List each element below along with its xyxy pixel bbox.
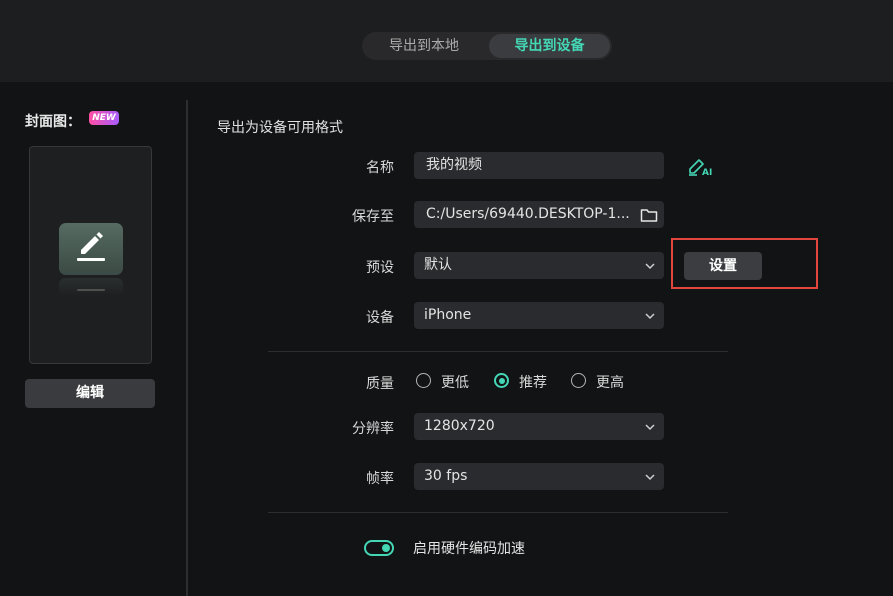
preset-value: 默认 bbox=[424, 257, 452, 273]
save-path-value: C:/Users/69440.DESKTOP-1... bbox=[426, 206, 630, 222]
quality-label: 质量 bbox=[366, 376, 394, 392]
ai-pen-icon[interactable]: AI bbox=[687, 155, 713, 178]
chevron-down-icon bbox=[645, 263, 655, 270]
resolution-select[interactable]: 1280x720 bbox=[414, 413, 664, 440]
radio-circle-selected bbox=[494, 373, 509, 388]
hw-accel-toggle[interactable] bbox=[364, 540, 394, 556]
chevron-down-icon bbox=[645, 424, 655, 431]
framerate-select[interactable]: 30 fps bbox=[414, 463, 664, 490]
cover-icon-reflection bbox=[59, 278, 123, 296]
pencil-edit-icon bbox=[59, 223, 123, 275]
tab-export-device[interactable]: 导出到设备 bbox=[489, 34, 610, 58]
resolution-value: 1280x720 bbox=[424, 418, 495, 434]
hw-accel-label: 启用硬件编码加速 bbox=[413, 541, 525, 557]
framerate-value: 30 fps bbox=[424, 468, 468, 484]
section-divider bbox=[268, 512, 728, 513]
folder-icon[interactable] bbox=[640, 206, 658, 222]
new-badge: NEW bbox=[89, 111, 119, 125]
quality-option-label: 推荐 bbox=[519, 375, 547, 391]
quality-option-label: 更低 bbox=[441, 375, 469, 391]
cover-label: 封面图： bbox=[25, 114, 81, 130]
preset-select[interactable]: 默认 bbox=[414, 252, 664, 279]
export-tabs: 导出到本地 导出到设备 bbox=[362, 32, 612, 60]
device-label: 设备 bbox=[366, 310, 394, 326]
save-path-input[interactable]: C:/Users/69440.DESKTOP-1... bbox=[414, 201, 664, 228]
section-title: 导出为设备可用格式 bbox=[217, 120, 343, 136]
tab-export-local[interactable]: 导出到本地 bbox=[364, 34, 484, 58]
chevron-down-icon bbox=[645, 474, 655, 481]
device-value: iPhone bbox=[424, 307, 472, 323]
name-input[interactable]: 我的视频 bbox=[414, 152, 664, 179]
edit-cover-button[interactable]: 编辑 bbox=[25, 379, 155, 408]
resolution-label: 分辨率 bbox=[352, 421, 394, 437]
framerate-label: 帧率 bbox=[366, 471, 394, 487]
svg-text:AI: AI bbox=[702, 168, 712, 177]
preset-label: 预设 bbox=[366, 260, 394, 276]
highlight-annotation bbox=[671, 238, 818, 289]
radio-circle bbox=[416, 373, 431, 388]
chevron-down-icon bbox=[645, 313, 655, 320]
radio-circle bbox=[571, 373, 586, 388]
name-label: 名称 bbox=[366, 160, 394, 176]
device-select[interactable]: iPhone bbox=[414, 302, 664, 329]
save-to-label: 保存至 bbox=[352, 209, 394, 225]
quality-option-label: 更高 bbox=[596, 375, 624, 391]
panel-divider bbox=[186, 100, 188, 596]
section-divider bbox=[268, 351, 728, 352]
toggle-knob bbox=[382, 544, 390, 552]
